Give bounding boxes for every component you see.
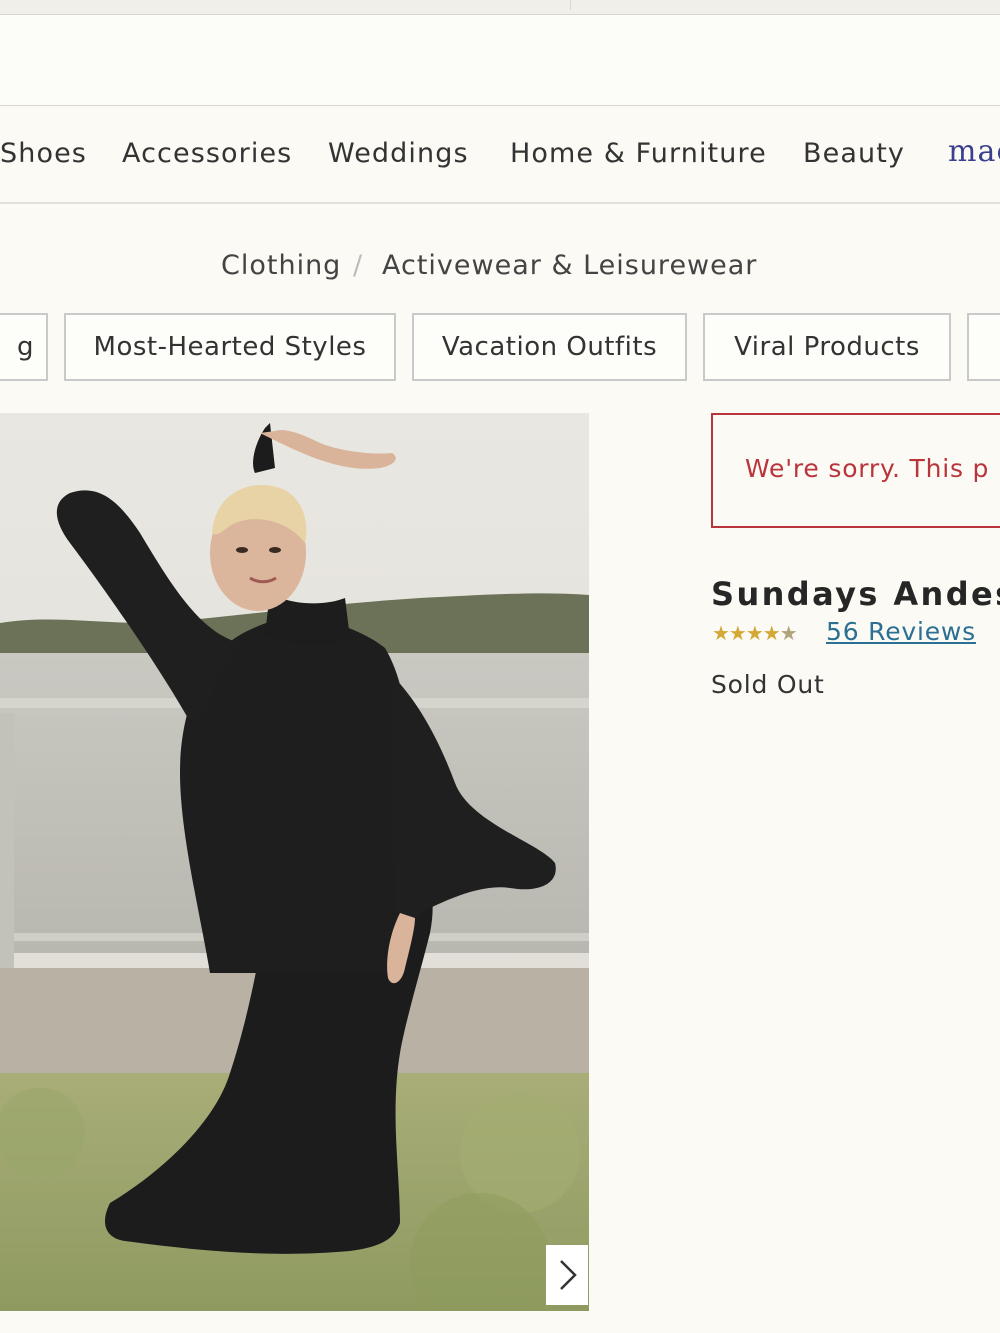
star-rating: ★★★★★ bbox=[712, 621, 798, 645]
chip-most-hearted[interactable]: Most-Hearted Styles bbox=[64, 313, 396, 381]
chip-partial-left[interactable]: g bbox=[0, 313, 48, 381]
product-photo-illustration bbox=[0, 413, 589, 1311]
chip-viral-products[interactable]: Viral Products bbox=[703, 313, 951, 381]
nav-item-beauty[interactable]: Beauty bbox=[803, 138, 905, 169]
main-nav: Shoes Accessories Weddings Home & Furnit… bbox=[0, 106, 1000, 204]
half-star-icon: ★ bbox=[779, 621, 798, 645]
chip-partial-right[interactable] bbox=[967, 313, 1000, 381]
breadcrumb-activewear[interactable]: Activewear & Leisurewear bbox=[382, 250, 757, 281]
breadcrumb: Clothing / Activewear & Leisurewear bbox=[0, 250, 1000, 290]
nav-item-home-furniture[interactable]: Home & Furniture bbox=[510, 138, 767, 169]
product-title: Sundays Andes bbox=[711, 575, 1000, 613]
breadcrumb-clothing[interactable]: Clothing bbox=[221, 250, 341, 281]
product-image[interactable] bbox=[0, 413, 589, 1311]
alert-text: We're sorry. This p bbox=[745, 454, 990, 483]
reviews-link[interactable]: 56 Reviews bbox=[826, 617, 976, 646]
nav-item-shoes[interactable]: Shoes bbox=[0, 138, 87, 169]
availability-status: Sold Out bbox=[711, 670, 825, 699]
nav-item-brand[interactable]: mae bbox=[948, 134, 1000, 169]
sold-out-alert: We're sorry. This p bbox=[711, 413, 1000, 528]
divider bbox=[570, 0, 571, 10]
browser-top-strip bbox=[0, 0, 1000, 14]
chip-vacation-outfits[interactable]: Vacation Outfits bbox=[412, 313, 687, 381]
nav-item-weddings[interactable]: Weddings bbox=[328, 138, 469, 169]
gallery-next-button[interactable] bbox=[546, 1245, 588, 1305]
breadcrumb-separator: / bbox=[353, 250, 364, 281]
nav-item-accessories[interactable]: Accessories bbox=[122, 138, 292, 169]
header-bar bbox=[0, 14, 1000, 106]
star-icons: ★★★★ bbox=[712, 621, 781, 645]
chevron-right-icon bbox=[560, 1260, 577, 1290]
